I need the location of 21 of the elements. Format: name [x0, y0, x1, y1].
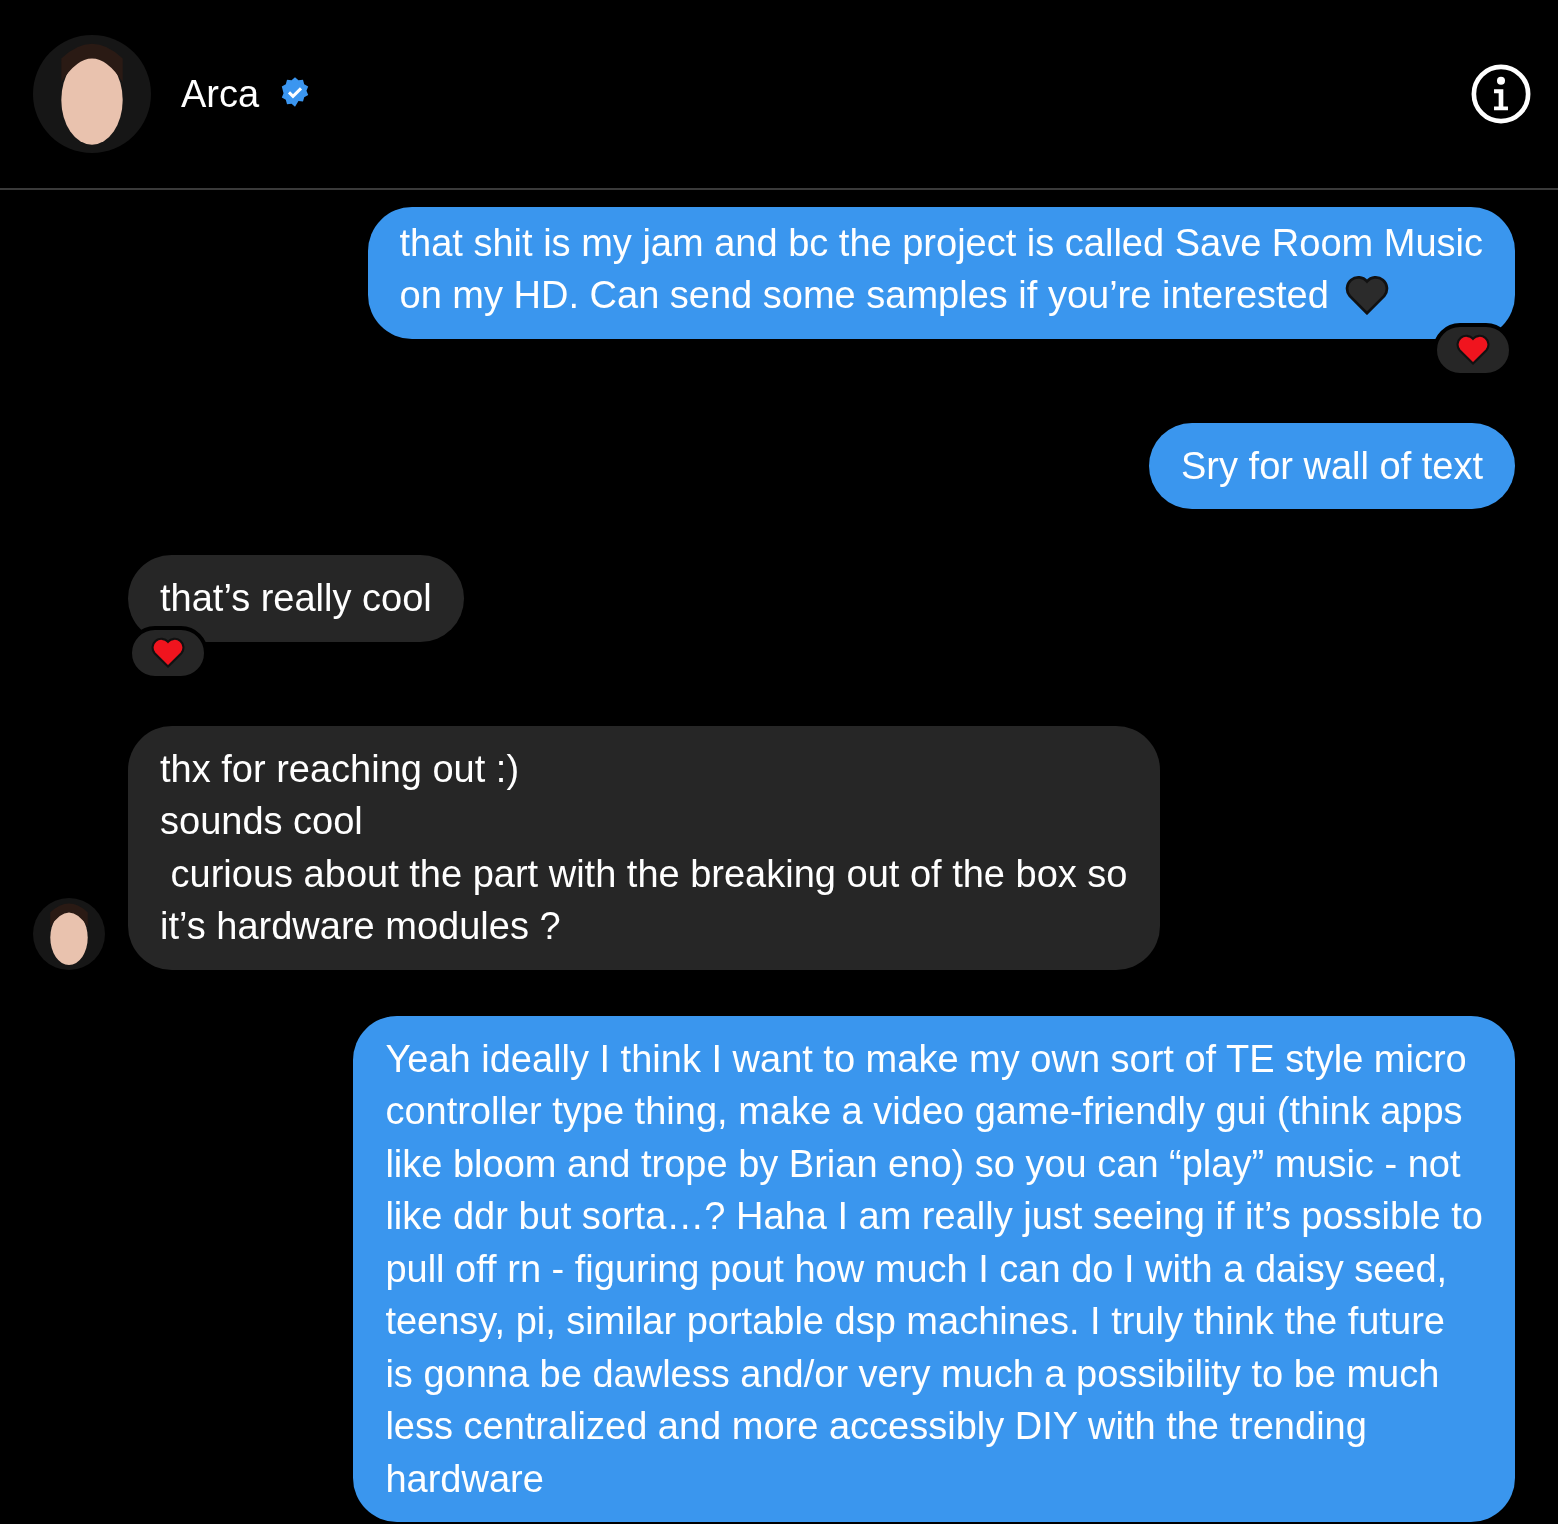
message-text: less centralized and more accessibly DIY with the trending — [385, 1404, 1367, 1449]
message-text: controller type thing, make a video game-friendly gui (think apps — [385, 1089, 1463, 1134]
message-text: that’s really cool — [160, 576, 432, 621]
message-text: teensy, pi, similar portable dsp machines. I truly think the future — [385, 1299, 1445, 1344]
avatar-icon — [33, 35, 151, 153]
info-button[interactable] — [1470, 63, 1532, 125]
message-text: that shit is my jam and bc the project is called Save Room Music — [399, 220, 1483, 266]
message-text: hardware — [385, 1456, 544, 1502]
message-text: is gonna be dawless and/or very much a possibility to be much — [385, 1351, 1440, 1397]
message-text: it’s hardware modules ? — [160, 904, 561, 949]
contact-name[interactable]: Arca — [181, 72, 260, 116]
message-text: curious about the part with the breaking out of the box so — [169, 851, 1128, 897]
info-icon — [1470, 63, 1532, 125]
message-text: like bloom and trope by Brian eno) so you can “play” music - not — [385, 1141, 1461, 1187]
message-text: Yeah ideally I think I want to make my own sort of TE style micro — [385, 1036, 1467, 1082]
message-text: sounds cool — [160, 799, 363, 844]
message-text: thx for reaching out :) — [160, 746, 520, 792]
message-text: like ddr but sorta…? Haha I am really just seeing if it’s possible to — [385, 1194, 1483, 1239]
message-text: pull off rn - figuring pout how much I can do I with a daisy seed, — [385, 1246, 1448, 1292]
message-text: on my HD. Can send some samples if you’re interested — [399, 273, 1329, 318]
message-text: Sry for wall of text — [1181, 443, 1483, 489]
